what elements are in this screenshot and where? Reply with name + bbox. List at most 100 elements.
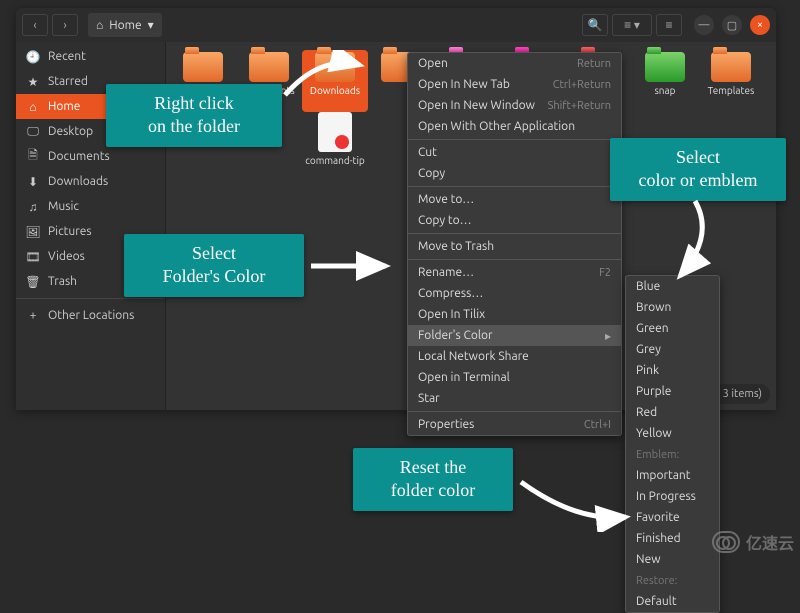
menu-item-label: Blue	[636, 280, 660, 293]
folder-Downloads[interactable]: Downloads	[302, 50, 368, 112]
menu-item-brown[interactable]: Brown	[626, 297, 719, 318]
path-bar[interactable]: ⌂ Home ▾	[88, 13, 162, 37]
watermark-text: 亿速云	[746, 530, 794, 554]
sidebar-icon: 🎞	[26, 250, 40, 264]
view-toggle-button[interactable]: ≡ ▾	[612, 14, 652, 36]
menu-item-yellow[interactable]: Yellow	[626, 423, 719, 444]
menu-item-label: Open In New Window	[418, 99, 535, 112]
menu-item-copy[interactable]: Copy	[408, 163, 621, 184]
menu-item-finished[interactable]: Finished	[626, 528, 719, 549]
menu-item-label: Rename…	[418, 266, 474, 279]
menu-item-copy-to-[interactable]: Copy to…	[408, 210, 621, 231]
menu-item-label: Brown	[636, 301, 671, 314]
folder-label: snap	[654, 85, 675, 96]
sidebar-item-documents[interactable]: 🗎Documents	[16, 144, 165, 169]
hamburger-menu-button[interactable]: ≡	[656, 14, 682, 36]
menu-item-label: Compress…	[418, 287, 483, 300]
menu-item-move-to-[interactable]: Move to…	[408, 189, 621, 210]
sidebar-item-label: Downloads	[48, 175, 108, 188]
arrow-icon	[516, 462, 636, 532]
sidebar-item-label: Music	[48, 200, 79, 213]
sidebar-item-label: Desktop	[48, 125, 93, 138]
context-menu: OpenReturnOpen In New TabCtrl+ReturnOpen…	[407, 52, 622, 436]
menu-item-accel: Return	[577, 58, 611, 70]
window-maximize-button[interactable]: ▢	[722, 15, 742, 35]
menu-item-folder-s-color[interactable]: Folder's Color▸	[408, 325, 621, 346]
sidebar-item-label: Trash	[48, 275, 77, 288]
menu-item-label: Open In New Tab	[418, 78, 510, 91]
menu-item-blue[interactable]: Blue	[626, 276, 719, 297]
folder-color-submenu: Blue Brown Green Grey PinkPurple Red Yellow Emb…	[625, 275, 720, 613]
menu-item-move-to-trash[interactable]: Move to Trash	[408, 236, 621, 257]
menu-item-open[interactable]: OpenReturn	[408, 53, 621, 74]
sidebar-item-label: Home	[48, 100, 80, 113]
watermark: 亿速云	[712, 530, 794, 554]
path-label: Home	[109, 19, 141, 32]
folder-snap[interactable]: snap	[632, 50, 698, 112]
folder-icon	[183, 52, 223, 82]
menu-item-purple[interactable]: Purple	[626, 381, 719, 402]
folder-Templates[interactable]: Templates	[698, 50, 764, 112]
menu-item-label: Grey	[636, 343, 661, 356]
menu-item-rename-[interactable]: Rename…F2	[408, 262, 621, 283]
folder-icon	[645, 52, 685, 82]
search-button[interactable]: 🔍	[582, 14, 608, 36]
menu-item-label: Open In Tilix	[418, 308, 485, 321]
menu-item-label: Move to…	[418, 193, 474, 206]
menu-item-label: Emblem:	[636, 449, 679, 461]
folder-icon	[315, 52, 355, 82]
file-label: command-tip	[305, 155, 365, 166]
file-command-tip[interactable]: command-tip	[302, 112, 368, 174]
menu-item-cut[interactable]: Cut	[408, 142, 621, 163]
menu-item-star[interactable]: Star	[408, 388, 621, 409]
callout-select-folders-color: SelectFolder's Color	[124, 234, 304, 297]
sidebar-icon: ♫	[26, 200, 40, 214]
folder-label: Templates	[708, 85, 755, 96]
callout-select-color-emblem: Selectcolor or emblem	[610, 138, 786, 201]
menu-item-grey[interactable]: Grey	[626, 339, 719, 360]
menu-item-emblem-: Emblem:	[626, 444, 719, 465]
menu-item-properties[interactable]: PropertiesCtrl+I	[408, 414, 621, 435]
menu-item-label: Copy to…	[418, 214, 472, 227]
menu-item-label: Open With Other Application	[418, 120, 575, 133]
menu-item-important[interactable]: Important	[626, 465, 719, 486]
menu-item-local-network-share[interactable]: Local Network Share	[408, 346, 621, 367]
menu-item-compress-[interactable]: Compress…	[408, 283, 621, 304]
sidebar-item-label: Videos	[48, 250, 85, 263]
menu-item-label: Default	[636, 595, 677, 608]
menu-item-open-in-terminal[interactable]: Open in Terminal	[408, 367, 621, 388]
menu-item-open-with-other-application[interactable]: Open With Other Application	[408, 116, 621, 137]
sidebar-icon: ⌂	[26, 100, 40, 114]
sidebar-icon: 🗑	[26, 275, 40, 289]
menu-item-label: Red	[636, 406, 657, 419]
sidebar-item-recent[interactable]: 🕘 Recent	[16, 44, 165, 69]
menu-item-in-progress[interactable]: In Progress	[626, 486, 719, 507]
menu-item-open-in-tilix[interactable]: Open In Tilix	[408, 304, 621, 325]
menu-item-label: Yellow	[636, 427, 672, 440]
callout-reset: Reset thefolder color	[353, 448, 513, 511]
nav-back-button[interactable]: ‹	[22, 14, 48, 36]
menu-item-open-in-new-window[interactable]: Open In New WindowShift+Return	[408, 95, 621, 116]
callout-right-click: Right clickon the folder	[106, 84, 282, 147]
menu-item-default[interactable]: Default	[626, 591, 719, 612]
sidebar-icon: 🕘	[26, 50, 40, 64]
sidebar-item-downloads[interactable]: ⬇Downloads	[16, 169, 165, 194]
menu-item-pink[interactable]: Pink	[626, 360, 719, 381]
nav-forward-button[interactable]: ›	[52, 14, 78, 36]
sidebar-item-music[interactable]: ♫ Music	[16, 194, 165, 219]
sidebar-icon: 🖵	[26, 125, 40, 139]
menu-item-label: Open in Terminal	[418, 371, 510, 384]
window-close-button[interactable]: ×	[750, 15, 770, 35]
menu-item-favorite[interactable]: Favorite	[626, 507, 719, 528]
sidebar-other-locations[interactable]: +Other Locations	[16, 303, 165, 328]
menu-item-open-in-new-tab[interactable]: Open In New TabCtrl+Return	[408, 74, 621, 95]
menu-item-label: Finished	[636, 532, 681, 545]
menu-item-label: Green	[636, 322, 669, 335]
folder-icon	[711, 52, 751, 82]
sidebar-item-label: Documents	[48, 150, 110, 163]
menu-item-red[interactable]: Red	[626, 402, 719, 423]
menu-item-green[interactable]: Green	[626, 318, 719, 339]
window-minimize-button[interactable]: —	[694, 15, 714, 35]
sidebar-item-label: Recent	[48, 50, 86, 63]
submenu-arrow-icon: ▸	[605, 329, 611, 343]
